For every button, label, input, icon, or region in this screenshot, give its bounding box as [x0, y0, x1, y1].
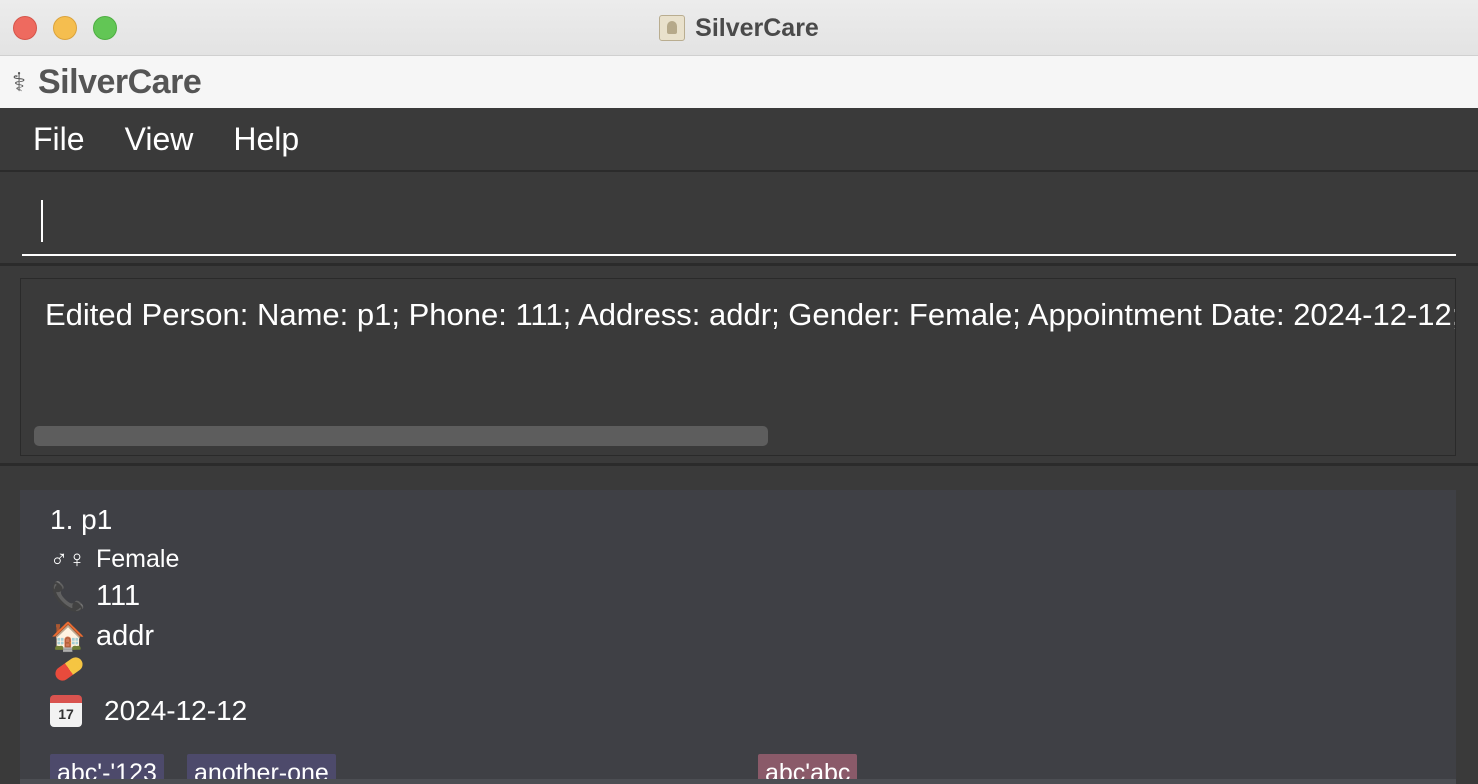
menu-bar: File View Help — [0, 108, 1478, 172]
menu-view[interactable]: View — [105, 121, 214, 158]
command-box-pane — [0, 172, 1478, 266]
house-icon: 🏠 — [50, 621, 86, 652]
menu-file[interactable]: File — [0, 121, 105, 158]
caduceus-icon: ⚕ — [11, 66, 27, 97]
person-phone-row: 📞 111 — [50, 580, 141, 613]
contacts-app-icon — [659, 15, 686, 41]
person-date-row: 17 2024-12-12 — [50, 695, 247, 727]
person-medicine-row — [50, 654, 88, 684]
menu-help[interactable]: Help — [213, 121, 319, 158]
result-display[interactable]: Edited Person: Name: p1; Phone: 111; Add… — [20, 278, 1456, 456]
next-card-edge — [20, 779, 1456, 784]
calendar-icon: 17 — [50, 695, 82, 727]
person-phone: 111 — [96, 580, 141, 612]
person-gender: Female — [96, 545, 180, 573]
pill-icon — [52, 654, 86, 684]
command-input[interactable] — [22, 188, 1456, 256]
person-appointment-date: 2024-12-12 — [104, 695, 248, 726]
person-gender-row: ♂♀ Female — [50, 545, 179, 574]
person-address-row: 🏠 addr — [50, 620, 154, 653]
title-bar: SilverCare — [0, 0, 1478, 56]
app-header: ⚕ SilverCare — [0, 56, 1478, 108]
result-display-pane: Edited Person: Name: p1; Phone: 111; Add… — [0, 266, 1478, 466]
result-message: Edited Person: Name: p1; Phone: 111; Add… — [45, 297, 1456, 332]
person-list: 1. p1 ♂♀ Female 📞 111 🏠 addr 17 2024-12-… — [0, 466, 1478, 784]
app-name: SilverCare — [38, 62, 202, 101]
person-name-row: 1. p1 — [50, 504, 112, 536]
window-title: SilverCare — [695, 13, 819, 42]
person-address: addr — [96, 620, 155, 652]
person-card[interactable]: 1. p1 ♂♀ Female 📞 111 🏠 addr 17 2024-12-… — [20, 490, 1456, 784]
person-index-name: 1. p1 — [50, 504, 113, 535]
horizontal-scrollbar[interactable] — [34, 426, 768, 446]
silvercare-window: SilverCare ⚕ SilverCare File View Help E… — [0, 0, 1478, 784]
phone-icon: 📞 — [50, 581, 86, 612]
text-caret — [41, 200, 43, 242]
gender-icon: ♂♀ — [50, 545, 86, 573]
title-wrap: SilverCare — [0, 0, 1478, 56]
